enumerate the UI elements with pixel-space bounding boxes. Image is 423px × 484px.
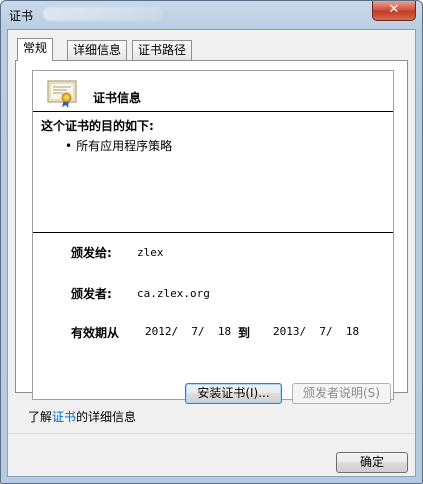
issued-by-label: 颁发者: [71,287,112,301]
purpose-text: 所有应用程序策略 [76,139,173,153]
dialog-body: 常规 详细信息 证书路径 证书信息 这个证书的目的如下: • 所有应用程序策略 … [7,29,416,477]
valid-to-label: 到 [238,326,251,340]
close-button[interactable]: ✕ [372,1,416,21]
tab-details-label: 详细信息 [73,43,122,57]
tab-panel-general: 证书信息 这个证书的目的如下: • 所有应用程序策略 颁发给: zlex 颁发者:… [15,60,408,400]
issued-to-label: 颁发给: [71,246,112,260]
tab-details[interactable]: 详细信息 [67,40,128,60]
divider-top [33,111,393,112]
install-certificate-button[interactable]: 安装证书(I)... [185,383,282,404]
ok-button[interactable]: 确定 [336,452,408,473]
issued-to-value: zlex [137,246,164,259]
issued-by-value: ca.zlex.org [137,287,210,300]
title-blur [43,7,163,21]
purpose-heading: 这个证书的目的如下: [41,119,154,133]
tab-certification-path-label: 证书路径 [138,43,187,57]
footer-divider [8,433,415,434]
valid-to-value: 2013/ 7/ 18 [273,325,360,338]
valid-from-label: 有效期从 [71,326,120,340]
valid-from-value: 2012/ 7/ 18 [145,325,232,338]
certificate-info-box: 证书信息 这个证书的目的如下: • 所有应用程序策略 颁发给: zlex 颁发者:… [32,70,394,400]
bullet: • [65,139,73,153]
purpose-list-item: • 所有应用程序策略 [65,137,172,154]
certificate-dialog: 证书 ✕ 常规 详细信息 证书路径 证书信息 这个证书的目的如下: • 所有应用… [0,0,423,484]
certificate-icon [47,80,77,108]
divider-bottom [33,232,393,233]
tab-general[interactable]: 常规 [17,38,54,61]
tab-general-label: 常规 [23,41,48,55]
learn-more-suffix: 的详细信息 [76,410,137,424]
learn-more-text: 了解证书的详细信息 [28,408,136,425]
issuer-statement-button[interactable]: 颁发者说明(S) [292,383,391,404]
learn-more-link[interactable]: 证书 [52,410,76,424]
close-icon: ✕ [388,2,400,17]
certificate-heading: 证书信息 [93,91,142,105]
title-bar[interactable]: 证书 ✕ [1,1,422,29]
learn-more-prefix: 了解 [28,410,53,424]
window-title: 证书 [9,9,34,23]
tab-certification-path[interactable]: 证书路径 [132,40,193,60]
